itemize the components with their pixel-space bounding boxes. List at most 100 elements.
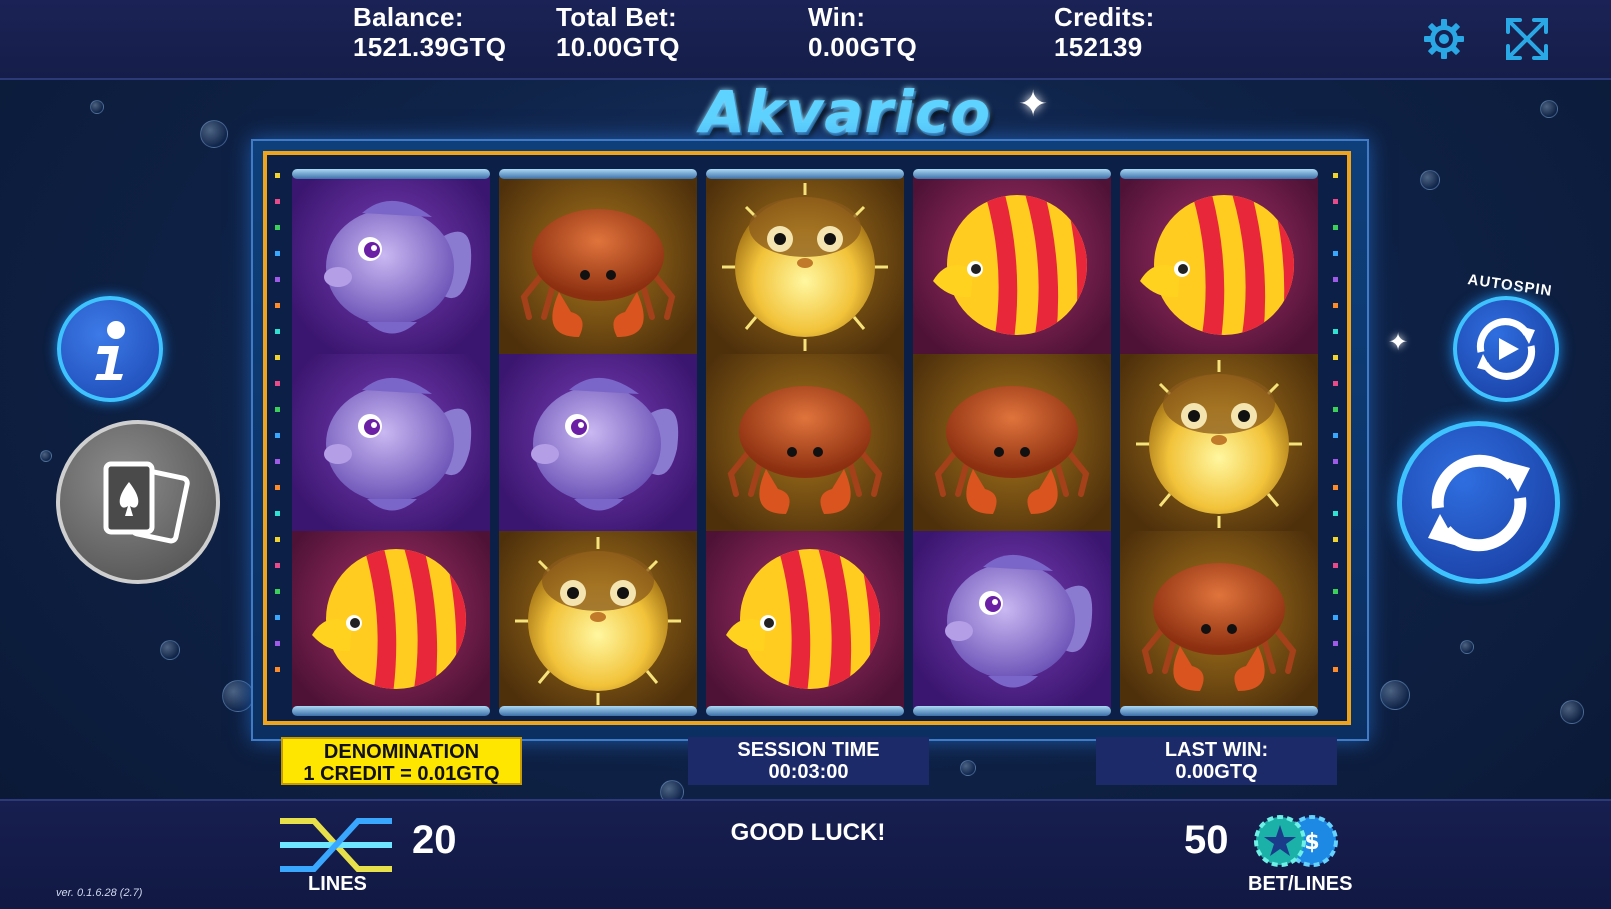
payline-dot [1333,589,1338,594]
payline-dot [1333,329,1338,334]
reel-symbol-crab [913,354,1111,531]
spin-button[interactable] [1397,421,1560,584]
autospin-button[interactable] [1453,296,1559,402]
purple-fish-icon [324,377,472,511]
payline-dot [1333,225,1338,230]
lines-value: 20 [412,818,457,862]
payline-dot [275,667,280,672]
payline-dot [1333,251,1338,256]
last-win-panel: LAST WIN: 0.00GTQ [1096,737,1337,785]
reel-symbol-purple-fish [913,531,1111,708]
payline-dot [275,407,280,412]
purple-fish-icon [531,377,679,511]
reel-1 [292,169,490,716]
bet-lines-value: 50 [1184,818,1229,862]
payline-dot [1333,199,1338,204]
reel-cap [499,706,697,716]
reel-symbol-pufferfish [1120,354,1318,531]
reel-symbol-purple-fish [292,354,490,531]
reel-symbol-crab [499,177,697,354]
win-display: Win: 0.00GTQ [808,2,917,62]
version-label: ver. 0.1.6.28 (2.7) [56,887,143,899]
payline-dot [275,433,280,438]
payline-dot [1333,381,1338,386]
payline-dot [1333,303,1338,308]
payline-dot [1333,355,1338,360]
credits-display: Credits: 152139 [1054,2,1155,62]
win-label: Win: [808,2,866,32]
reel-symbol-crab [1120,531,1318,708]
sparkle-star: ✦ [1388,329,1409,356]
reel-5 [1120,169,1318,716]
payline-dot [1333,173,1338,178]
pufferfish-icon [722,183,888,351]
info-button[interactable] [57,296,163,402]
reel-cap [913,169,1111,179]
payline-dot [1333,563,1338,568]
win-value: 0.00GTQ [808,32,918,62]
payline-dot [275,199,280,204]
payline-dot [275,485,280,490]
payline-dot [275,615,280,620]
total-bet-display: Total Bet: 10.00GTQ [556,2,680,62]
crab-icon [934,386,1090,514]
balance-display: Balance: 1521.39GTQ [353,2,506,62]
settings-button[interactable] [1421,16,1467,62]
session-time-label: SESSION TIME [737,739,880,761]
payline-dot [275,537,280,542]
lines-selector[interactable]: 20 LINES [278,817,468,903]
reel-4 [913,169,1111,716]
last-win-value: 0.00GTQ [1175,761,1258,783]
bet-lines-selector[interactable]: 50 $ BET/LINES [1180,815,1353,903]
payline-dot [275,641,280,646]
reel-cap [706,706,904,716]
payline-dot [275,459,280,464]
payline-indicators-left [275,165,283,705]
chips-icon: $ [1254,815,1338,867]
payline-dot [275,225,280,230]
reel-symbol-crab [706,354,904,531]
lines-icon [280,818,392,872]
reel-symbol-striped-fish [706,531,904,708]
autospin-icon [1476,318,1536,380]
reel-symbol-purple-fish [499,354,697,531]
crab-icon [727,386,883,514]
sparkle-star: ✦ [1018,83,1049,124]
fullscreen-button[interactable] [1504,16,1550,62]
payline-dot [1333,459,1338,464]
session-time-panel: SESSION TIME 00:03:00 [688,737,929,785]
purple-fish-icon [945,554,1093,688]
denomination-label: DENOMINATION [323,741,480,763]
info-icon [95,321,125,380]
reel-symbol-striped-fish [292,531,490,708]
striped-fish-icon [726,549,880,689]
payline-dot [275,303,280,308]
gamble-button[interactable] [56,420,220,584]
gamble-cards-icon [103,461,190,544]
spin-arrows-icon [1428,454,1530,552]
crab-icon [520,209,676,337]
striped-fish-icon [933,195,1087,335]
payline-dot [275,589,280,594]
reel-symbol-purple-fish [292,177,490,354]
reel-symbol-pufferfish [706,177,904,354]
payline-dot [1333,485,1338,490]
denomination-value: 1 CREDIT = 0.01GTQ [303,763,500,785]
lines-label: LINES [308,873,367,895]
payline-dot [275,173,280,178]
striped-fish-icon [1140,195,1294,335]
payline-dot [1333,537,1338,542]
reel-cap [1120,706,1318,716]
payline-dot [275,381,280,386]
reel-cap [292,169,490,179]
crab-icon [1141,563,1297,691]
reel-cap [706,169,904,179]
balance-label: Balance: [353,2,464,32]
game-logo: Akvarico [700,78,992,146]
total-bet-value: 10.00GTQ [556,32,680,62]
payline-dot [275,563,280,568]
reel-2 [499,169,697,716]
bet-lines-label: BET/LINES [1248,873,1353,895]
svg-text:$: $ [1304,830,1319,855]
pufferfish-icon [1136,360,1302,528]
